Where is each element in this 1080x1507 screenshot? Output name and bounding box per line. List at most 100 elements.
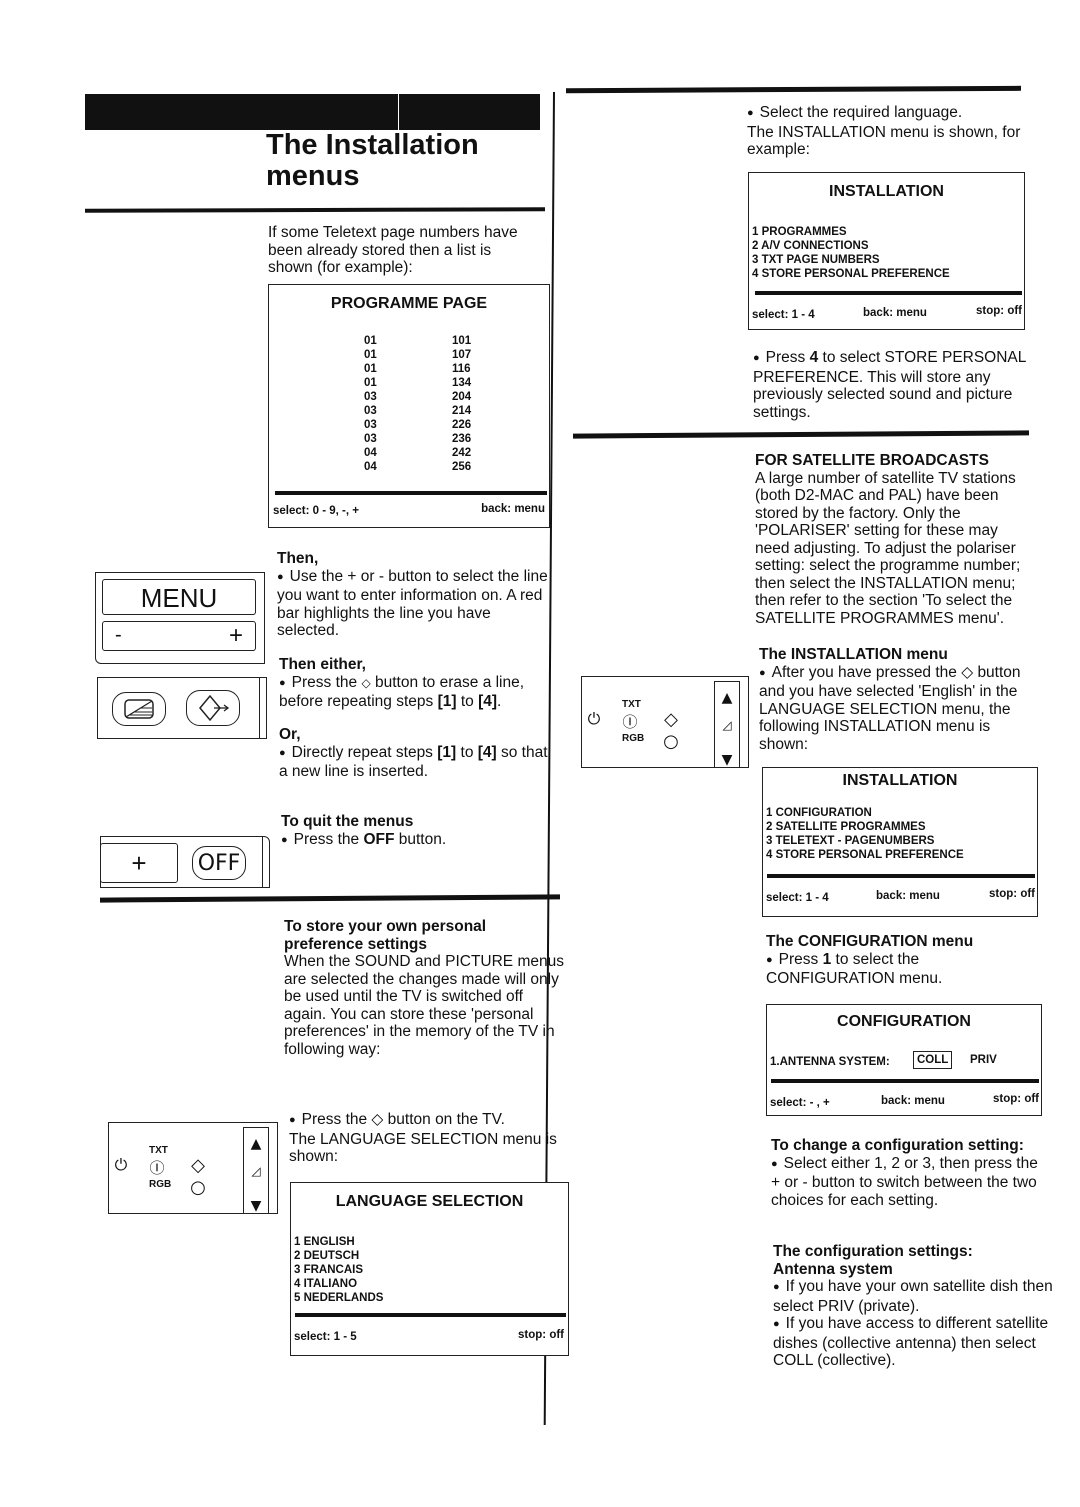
volume-strip: ▲ ◿ ▼ bbox=[243, 1127, 269, 1214]
antenna-priv-text: If you have your own satellite dish then… bbox=[773, 1278, 1053, 1315]
change-setting-heading: To change a configuration setting: bbox=[771, 1137, 1024, 1154]
down-triangle-icon[interactable]: ▼ bbox=[247, 1198, 265, 1212]
change-setting-text: Select either 1, 2 or 3, then press the … bbox=[771, 1155, 1051, 1210]
programme-number: 01 bbox=[364, 335, 377, 347]
programme-number: 04 bbox=[364, 447, 377, 459]
minus-plus-button[interactable]: - + bbox=[102, 621, 256, 651]
installation-b-footer-right: stop: off bbox=[989, 888, 1035, 900]
remote-edit-panel bbox=[97, 677, 267, 739]
insert-button[interactable] bbox=[186, 690, 240, 726]
key-ref: 4 bbox=[809, 349, 819, 366]
press-text: Press the ◇ button on the TV. bbox=[289, 1111, 569, 1131]
menu-item: 4 ITALIANO bbox=[294, 1278, 358, 1290]
up-triangle-icon[interactable]: ▲ bbox=[247, 1136, 265, 1152]
programme-row: 03 204 bbox=[269, 391, 549, 405]
programme-number: 03 bbox=[364, 433, 377, 445]
menu-item: 1 ENGLISH bbox=[294, 1236, 355, 1248]
power-icon[interactable]: ⏻ bbox=[585, 709, 603, 729]
step-ref: [4] bbox=[478, 693, 498, 710]
off-button[interactable]: OFF bbox=[192, 846, 246, 880]
store-text: When the SOUND and PICTURE menus are sel… bbox=[284, 953, 564, 1058]
configuration-footer-right: stop: off bbox=[993, 1093, 1039, 1105]
quit-section: To quit the menus Press the OFF button. bbox=[281, 813, 561, 850]
then-either-text: Press the ◇ button to erase a line, befo… bbox=[279, 674, 559, 711]
remote-off-panel: + OFF bbox=[100, 836, 270, 888]
antenna-option-coll[interactable]: COLL bbox=[913, 1051, 953, 1069]
panel-edge bbox=[261, 837, 263, 887]
rgb-label: RGB bbox=[149, 1179, 172, 1190]
installation-a-footer-left: select: 1 - 4 bbox=[752, 309, 815, 321]
osd-separator bbox=[275, 491, 547, 495]
page-number: 226 bbox=[452, 419, 472, 431]
programme-page-menu: PROGRAMME PAGE 01 101 01 107 01 116 01 134 03 204… bbox=[268, 284, 550, 528]
menu-item: 2 SATELLITE PROGRAMMES bbox=[766, 821, 926, 833]
page-title: The Installation menus bbox=[266, 130, 546, 192]
installation-b-title: INSTALLATION bbox=[842, 772, 958, 789]
circle-button-icon[interactable]: ○ bbox=[189, 1177, 207, 1198]
diamond-menu-icon[interactable]: ◇ bbox=[662, 709, 680, 730]
programme-number: 04 bbox=[364, 461, 377, 473]
power-icon[interactable]: ⏻ bbox=[112, 1155, 130, 1175]
menu-button[interactable]: MENU bbox=[102, 579, 256, 615]
then-either-section: Then either, Press the ◇ button to erase… bbox=[279, 656, 559, 711]
menu-item: 5 NEDERLANDS bbox=[294, 1292, 384, 1304]
tv-control-panel: ⏻ TXT Ⓘ RGB ◇ ○ ▲ ◿ ▼ bbox=[108, 1122, 278, 1214]
installation-menu-b: INSTALLATION 1 CONFIGURATION 2 SATELLITE … bbox=[762, 767, 1038, 917]
page-number: 256 bbox=[452, 461, 472, 473]
page-number: 242 bbox=[452, 447, 472, 459]
menu-item: 2 DEUTSCH bbox=[294, 1250, 360, 1262]
press4-text: Press 4 to select STORE PERSONAL PREFERE… bbox=[753, 349, 1028, 421]
installation-b-list: 1 CONFIGURATION 2 SATELLITE PROGRAMMES 3 T… bbox=[763, 806, 964, 862]
store-heading: To store your own personal preference se… bbox=[284, 918, 487, 953]
configuration-heading: The CONFIGURATION menu bbox=[766, 933, 974, 950]
programme-page-title: PROGRAMME PAGE bbox=[330, 295, 488, 312]
programme-row: 01 101 bbox=[269, 335, 549, 349]
menu-item: 3 TXT PAGE NUMBERS bbox=[752, 254, 880, 266]
minus-label: - bbox=[115, 624, 122, 646]
quit-text: Press the OFF button. bbox=[281, 831, 561, 851]
txt-rgb-button-icon[interactable]: Ⓘ bbox=[620, 711, 640, 732]
volume-ramp-icon[interactable]: ◿ bbox=[718, 718, 736, 732]
text-fragment: Press the bbox=[293, 830, 364, 848]
step-ref: [1] bbox=[437, 743, 457, 761]
diamond-menu-icon[interactable]: ◇ bbox=[189, 1155, 207, 1176]
osd-separator bbox=[771, 1079, 1039, 1083]
antenna-system-label: 1.ANTENNA SYSTEM: bbox=[770, 1056, 890, 1068]
configuration-title: CONFIGURATION bbox=[837, 1013, 971, 1030]
circle-button-icon[interactable]: ○ bbox=[662, 731, 680, 752]
programme-page-footer-left: select: 0 - 9, -, + bbox=[273, 505, 359, 517]
installation-menu-a: INSTALLATION 1 PROGRAMMES 2 A/V CONNECTIO… bbox=[748, 172, 1025, 330]
step-ref: [4] bbox=[477, 743, 497, 761]
osd-separator bbox=[767, 874, 1035, 878]
volume-ramp-icon[interactable]: ◿ bbox=[247, 1164, 265, 1178]
programme-number: 03 bbox=[364, 405, 377, 417]
page-title-line1: The Installation bbox=[266, 129, 479, 161]
text-fragment: to bbox=[456, 743, 478, 761]
txt-rgb-button-icon[interactable]: Ⓘ bbox=[147, 1157, 167, 1178]
text-fragment: to bbox=[456, 693, 479, 710]
select-language-section: Select the required language. The INSTAL… bbox=[747, 104, 1027, 159]
configuration-text: Press 1 to select the CONFIGURATION menu… bbox=[766, 951, 1046, 988]
installation-b-footer-left: select: 1 - 4 bbox=[766, 892, 829, 904]
text-fragment: Press bbox=[765, 349, 810, 366]
programme-number: 01 bbox=[364, 363, 377, 375]
off-key-ref: OFF bbox=[363, 830, 395, 848]
erase-button[interactable] bbox=[112, 692, 166, 726]
antenna-option-priv[interactable]: PRIV bbox=[967, 1053, 997, 1067]
menu-item: 1 PROGRAMMES bbox=[752, 226, 847, 238]
programme-page-list: 01 101 01 107 01 116 01 134 03 204 03 214 03 226 03 236… bbox=[269, 335, 549, 475]
satellite-heading: FOR SATELLITE BROADCASTS bbox=[755, 452, 989, 469]
page-number: 204 bbox=[452, 391, 472, 403]
language-footer-right: stop: off bbox=[518, 1329, 564, 1341]
then-either-heading: Then either, bbox=[279, 656, 366, 673]
installation-a-list: 1 PROGRAMMES 2 A/V CONNECTIONS 3 TXT PAGE … bbox=[749, 225, 950, 281]
installation-a-title: INSTALLATION bbox=[829, 183, 944, 200]
configuration-section: The CONFIGURATION menu Press 1 to select… bbox=[766, 933, 1046, 988]
text-fragment: . bbox=[497, 693, 502, 710]
up-triangle-icon[interactable]: ▲ bbox=[718, 690, 736, 706]
text-fragment: Directly repeat steps bbox=[291, 743, 438, 761]
plus-button[interactable]: + bbox=[100, 843, 178, 883]
antenna-coll-text: If you have access to different satellit… bbox=[773, 1315, 1053, 1370]
down-triangle-icon[interactable]: ▼ bbox=[718, 752, 736, 766]
menu-item: 2 A/V CONNECTIONS bbox=[752, 240, 869, 252]
